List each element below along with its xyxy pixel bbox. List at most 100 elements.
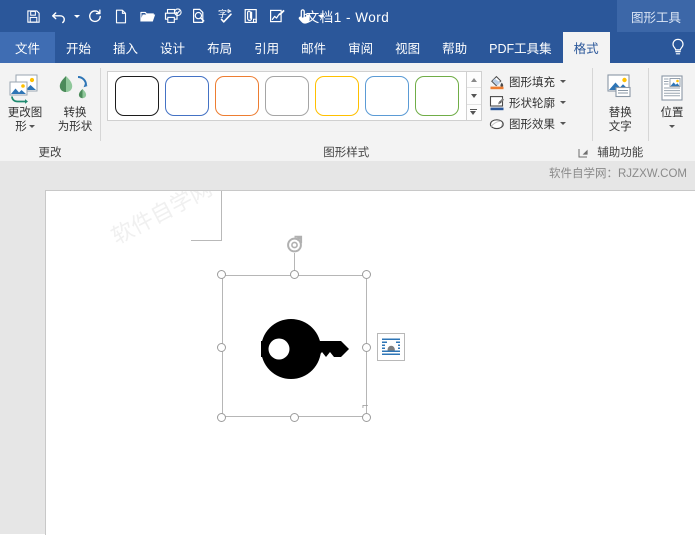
margin-guide-vertical (221, 191, 222, 241)
shape-outline-button[interactable]: 形状轮廓 (486, 93, 569, 112)
new-document-icon[interactable] (108, 3, 134, 29)
graphic-fill-caret-icon[interactable] (559, 80, 566, 83)
graphic-fill-button[interactable]: 图形填充 (486, 72, 569, 91)
convert-to-shape-icon (58, 70, 92, 104)
layout-options-button[interactable] (377, 333, 405, 361)
position-label: 位置 (660, 106, 683, 134)
page-watermark: 软件自学网 (107, 190, 217, 250)
lightbulb-icon[interactable] (661, 32, 695, 63)
word-window: 字 文档1 - Word 图形工具 文件 开始 插入 设计 布局 引用 邮件 审… (0, 0, 695, 535)
ribbon-group-graphic-styles: 图形填充 形状轮廓 图形效果 图形样式 (101, 63, 592, 161)
alt-text-button[interactable]: 替换 文字 (595, 67, 645, 134)
key-icon[interactable] (231, 319, 363, 384)
quick-access-toolbar: 字 (20, 0, 326, 32)
graphic-effects-label: 图形效果 (508, 118, 555, 131)
ribbon-group-label-graphic-styles: 图形样式 (323, 147, 370, 159)
dialog-box-launcher[interactable] (577, 147, 589, 159)
change-graphic-button[interactable]: 更改图 形 (0, 67, 50, 134)
ribbon-group-label-accessibility: 辅助功能 (597, 147, 644, 159)
tab-insert[interactable]: 插入 (102, 32, 149, 63)
alt-text-label: 替换 文字 (608, 107, 632, 133)
tab-format[interactable]: 格式 (562, 32, 610, 63)
change-graphic-label: 更改图 形 (7, 107, 43, 133)
quick-print-icon[interactable] (160, 3, 186, 29)
document-page[interactable]: 软件自学网 ⌐ (45, 190, 695, 535)
paragraph-end-mark: ⌐ (362, 400, 369, 412)
tab-review[interactable]: 审阅 (337, 32, 384, 63)
position-caret-icon[interactable] (668, 125, 675, 129)
resize-handle-top-left[interactable] (217, 270, 226, 279)
resize-handle-middle-right[interactable] (362, 343, 371, 352)
save-icon[interactable] (20, 3, 46, 29)
margin-guide-horizontal (191, 240, 222, 241)
tab-pdf-toolkit[interactable]: PDF工具集 (478, 32, 563, 63)
style-swatch[interactable] (364, 76, 409, 116)
scroll-down-icon[interactable] (466, 88, 481, 105)
resize-handle-bottom-left[interactable] (217, 413, 226, 422)
undo-dropdown-icon[interactable] (72, 3, 82, 29)
shape-outline-label: 形状轮廓 (508, 97, 555, 110)
shape-selection-frame[interactable]: ⌐ (217, 235, 371, 422)
tab-layout[interactable]: 布局 (196, 32, 243, 63)
change-graphic-caret-icon[interactable] (28, 125, 35, 129)
ribbon-group-label-change: 更改 (38, 147, 62, 159)
pen-outline-icon (489, 95, 505, 111)
tab-home[interactable]: 开始 (55, 32, 102, 63)
attach-icon[interactable] (238, 3, 264, 29)
open-folder-icon[interactable] (134, 3, 160, 29)
more-styles-icon[interactable] (467, 105, 481, 120)
style-swatch[interactable] (164, 76, 209, 116)
qat-customize-icon[interactable] (316, 3, 326, 29)
position-button[interactable]: 位置 (647, 67, 695, 134)
ribbon-group-arrange: 位置 (649, 63, 695, 161)
edit-chart-icon[interactable] (264, 3, 290, 29)
style-swatch-list (106, 71, 467, 121)
redo-icon[interactable] (82, 3, 108, 29)
tab-design[interactable]: 设计 (149, 32, 196, 63)
gallery-scrollbar[interactable] (466, 71, 482, 121)
undo-icon[interactable] (46, 3, 72, 29)
style-swatch[interactable] (214, 76, 259, 116)
convert-to-shape-button[interactable]: 转换 为形状 (50, 67, 100, 134)
alt-text-icon (604, 70, 636, 104)
resize-handle-bottom-center[interactable] (290, 413, 299, 422)
spelling-check-icon[interactable]: 字 (212, 3, 238, 29)
document-area: 软件自学网：RJZXW.COM 软件自学网 ⌐ (0, 161, 695, 535)
position-icon (658, 70, 686, 104)
graphic-styles-gallery (101, 67, 482, 121)
style-swatch[interactable] (114, 76, 159, 116)
tab-view[interactable]: 视图 (384, 32, 431, 63)
ribbon-tab-bar: 文件 开始 插入 设计 布局 引用 邮件 审阅 视图 帮助 PDF工具集 格式 (0, 32, 695, 63)
resize-handle-top-right[interactable] (362, 270, 371, 279)
ribbon-group-change: 更改图 形 转换 为形状 更改 (0, 63, 100, 161)
svg-text:字: 字 (218, 8, 227, 19)
graphic-effects-button[interactable]: 图形效果 (486, 114, 569, 133)
rotate-handle-icon[interactable] (283, 235, 306, 256)
tab-mailings[interactable]: 邮件 (290, 32, 337, 63)
print-preview-icon[interactable] (186, 3, 212, 29)
graphic-effects-caret-icon[interactable] (559, 122, 566, 125)
resize-handle-bottom-right[interactable] (362, 413, 371, 422)
tab-references[interactable]: 引用 (243, 32, 290, 63)
resize-handle-middle-left[interactable] (217, 343, 226, 352)
shape-format-menu-list: 图形填充 形状轮廓 图形效果 (482, 67, 569, 133)
shape-outline-caret-icon[interactable] (559, 101, 566, 104)
tab-help[interactable]: 帮助 (431, 32, 478, 63)
ribbon: 更改图 形 转换 为形状 更改 图形填充 形状轮廓 图形效果 图形样式 替换 文… (0, 63, 695, 162)
paint-bucket-icon (489, 74, 505, 90)
site-watermark: 软件自学网：RJZXW.COM (549, 168, 687, 180)
touch-mouse-mode-icon[interactable] (290, 3, 316, 29)
resize-handle-top-center[interactable] (290, 270, 299, 279)
contextual-tab-label: 图形工具 (616, 0, 695, 32)
graphic-fill-label: 图形填充 (508, 76, 555, 89)
change-graphic-icon (9, 70, 41, 104)
tab-file[interactable]: 文件 (0, 32, 56, 63)
style-swatch[interactable] (314, 76, 359, 116)
scroll-up-icon[interactable] (466, 72, 481, 89)
ribbon-group-label-arrange (649, 145, 695, 161)
convert-to-shape-label: 转换 为形状 (57, 107, 93, 133)
title-bar: 字 文档1 - Word 图形工具 (0, 0, 695, 32)
style-swatch[interactable] (414, 76, 459, 116)
style-swatch[interactable] (264, 76, 309, 116)
ribbon-group-accessibility: 替换 文字 辅助功能 (593, 63, 649, 161)
